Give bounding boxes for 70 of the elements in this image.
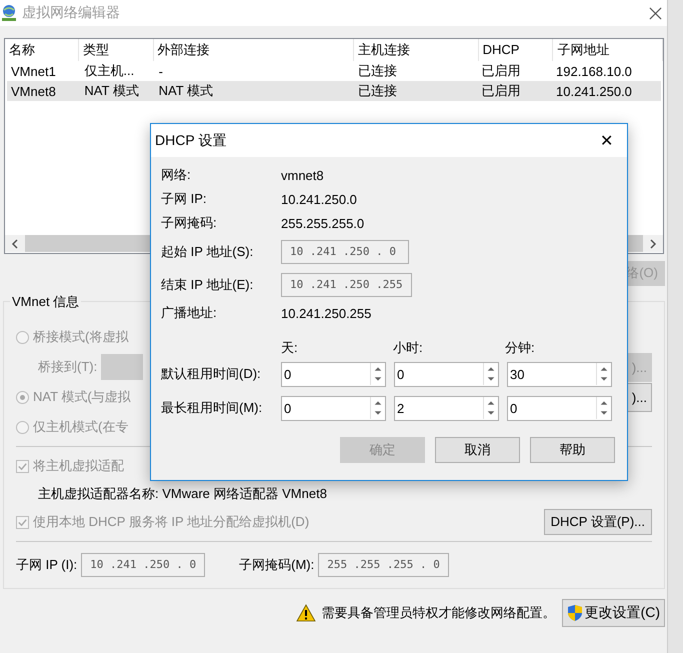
checkbox-label: 将主机虚拟适配: [33, 457, 124, 475]
nat-settings-button[interactable]: )...: [626, 382, 652, 412]
warning-icon: [296, 604, 316, 622]
network-row[interactable]: VMnet8 NAT 模式 NAT 模式 已连接 已启用 10.241.250.0: [7, 81, 661, 101]
spin-field[interactable]: 2: [394, 396, 499, 420]
column-header[interactable]: 主机连接: [354, 39, 479, 61]
table-cell-text: NAT 模式: [158, 82, 214, 100]
table-cell-text: 192.168.10.0: [555, 64, 633, 78]
table-cell-text: 10.241.250.0: [555, 84, 633, 98]
field-label: 结束 IP 地址(E):: [161, 276, 254, 294]
window-title: 虚拟网络编辑器: [22, 4, 121, 22]
field-label: 桥接到(T):: [38, 358, 98, 376]
warning-text: 需要具备管理员特权才能修改网络配置。: [322, 604, 556, 622]
dialog-title: DHCP 设置: [155, 132, 226, 150]
network-globe-icon: [0, 4, 18, 22]
table-cell-text: 已启用: [480, 62, 522, 80]
info-label: 子网 IP:: [161, 190, 208, 208]
dhcp-settings-button[interactable]: DHCP 设置(P)...: [544, 509, 652, 535]
field-label: 默认租用时间(D):: [161, 365, 262, 383]
change-settings-button[interactable]: 更改设置(C): [562, 599, 665, 627]
field-label: 子网 IP (I):: [16, 556, 78, 574]
table-cell-text: 仅主机...: [83, 62, 136, 80]
column-header[interactable]: 类型: [78, 39, 154, 61]
dialog-button[interactable]: 帮助: [530, 437, 615, 463]
spin-field[interactable]: 0: [394, 362, 499, 386]
ip-field[interactable]: 10 .241 .250 . 0: [281, 240, 409, 264]
table-cell-text: VMnet8: [10, 84, 57, 98]
table-cell-text: 已连接: [356, 62, 398, 80]
table-cell-text: 已连接: [356, 82, 398, 100]
info-label: 子网掩码:: [161, 214, 218, 232]
radio-label: NAT 模式(与虚拟: [33, 388, 131, 406]
field-label: 子网掩码(M):: [239, 556, 314, 574]
ip-field[interactable]: 10 .241 .250 . 0: [81, 553, 206, 577]
ip-field[interactable]: 10 .241 .250 .255: [281, 272, 412, 296]
table-cell-text: NAT 模式: [83, 82, 140, 100]
column-header[interactable]: 名称: [5, 39, 79, 61]
shield-icon: [566, 604, 583, 622]
column-label: 天:: [281, 339, 299, 357]
column-header[interactable]: 外部连接: [154, 39, 354, 61]
info-value: vmnet8: [281, 168, 324, 182]
column-header[interactable]: 子网地址: [553, 39, 664, 61]
ip-field[interactable]: 255 .255 .255 . 0: [318, 553, 449, 577]
radio-label: 桥接模式(将虚拟: [33, 328, 128, 346]
field-label: 最长租用时间(M):: [161, 399, 264, 417]
scroll-left-icon[interactable]: [11, 238, 19, 248]
column-label: 小时:: [393, 339, 424, 357]
table-cell-text: -: [158, 64, 164, 78]
spin-field[interactable]: 0: [507, 396, 612, 420]
info-value: 10.241.250.255: [281, 306, 372, 320]
spin-field[interactable]: 30: [507, 362, 612, 386]
column-label: 分钟:: [505, 339, 536, 357]
info-label: 广播地址:: [161, 304, 218, 322]
scroll-right-icon[interactable]: [649, 238, 657, 248]
spin-field[interactable]: 0: [281, 396, 386, 420]
radio-label: 仅主机模式(在专: [33, 418, 128, 436]
info-value: 255.255.255.0: [281, 216, 364, 230]
group-title: VMnet 信息: [10, 293, 82, 311]
table-cell-text: VMnet1: [10, 64, 57, 78]
table-cell-text: 已启用: [480, 82, 522, 100]
close-button[interactable]: ✕: [600, 130, 613, 150]
field-label: 起始 IP 地址(S):: [161, 242, 254, 260]
info-label: 网络:: [161, 166, 192, 184]
checkbox-label: 使用本地 DHCP 服务将 IP 地址分配给虚拟机(D): [33, 513, 310, 531]
close-icon[interactable]: [649, 6, 662, 20]
spin-field[interactable]: 0: [281, 362, 386, 386]
column-header[interactable]: DHCP: [478, 39, 554, 61]
adapter-name: 主机虚拟适配器名称: VMware 网络适配器 VMnet8: [38, 485, 327, 503]
dialog-button[interactable]: 取消: [435, 437, 520, 463]
info-value: 10.241.250.0: [281, 192, 357, 206]
network-row[interactable]: VMnet1 仅主机... - 已连接 已启用 192.168.10.0: [7, 61, 661, 81]
